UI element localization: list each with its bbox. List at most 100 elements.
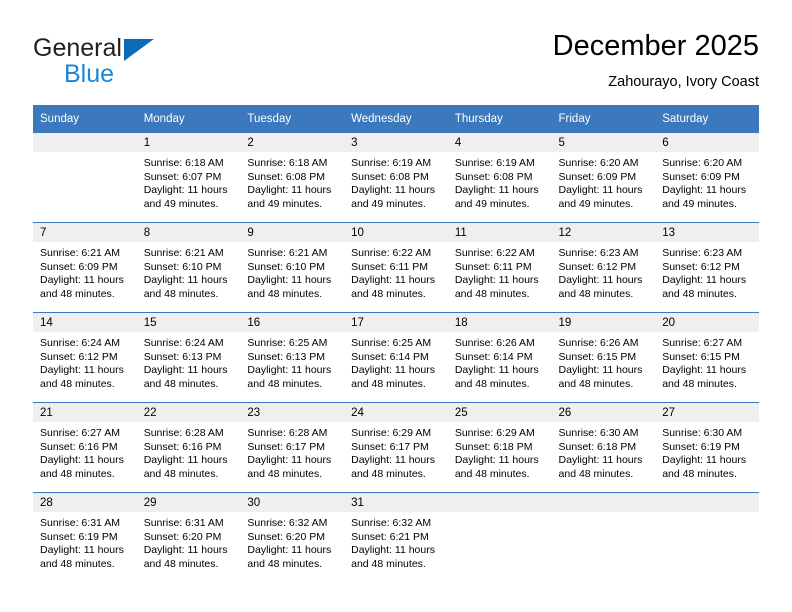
day-cell[interactable]: 6 Sunrise: 6:20 AM Sunset: 6:09 PM Daylight… [655,133,759,223]
day-cell[interactable]: 24 Sunrise: 6:29 AM Sunset: 6:17 PM Dayligh… [344,402,448,493]
day-number: 31 [344,493,448,512]
day-details: Sunrise: 6:30 AM Sunset: 6:18 PM Daylight:… [551,422,656,482]
day-cell[interactable]: 22 Sunrise: 6:28 AM Sunset: 6:16 PM Dayligh… [136,402,241,493]
day-cell[interactable]: 9 Sunrise: 6:21 AM Sunset: 6:10 PM Daylight… [240,222,345,313]
day-cell[interactable]: 28 Sunrise: 6:31 AM Sunset: 6:19 PM Dayligh… [33,492,137,582]
daylight-text-line1: Daylight: 11 hours [558,184,643,197]
day-cell[interactable]: 16 Sunrise: 6:25 AM Sunset: 6:13 PM Dayligh… [240,312,345,403]
day-cell[interactable]: 13 Sunrise: 6:23 AM Sunset: 6:12 PM Dayligh… [655,222,759,313]
day-cell[interactable]: 20 Sunrise: 6:27 AM Sunset: 6:15 PM Dayligh… [655,312,759,403]
daylight-text-line2: and 48 minutes. [351,287,426,300]
daylight-text-line1: Daylight: 11 hours [247,544,332,557]
daylight-text-line2: and 49 minutes. [454,197,530,210]
logo-primary-text: General [33,34,122,62]
general-blue-logo[interactable]: General Blue [33,34,213,90]
day-cell[interactable] [447,492,552,582]
day-cell[interactable]: 23 Sunrise: 6:28 AM Sunset: 6:17 PM Dayligh… [240,402,345,493]
daylight-text-line1: Daylight: 11 hours [351,274,435,287]
daylight-text-line1: Daylight: 11 hours [351,454,435,467]
sunset-text: Sunset: 6:14 PM [351,350,429,363]
day-number: 10 [344,223,448,242]
day-cell[interactable]: 19 Sunrise: 6:26 AM Sunset: 6:15 PM Dayligh… [551,312,656,403]
sunrise-text: Sunrise: 6:24 AM [40,337,120,349]
weekday-header-sunday: Sunday [33,105,137,133]
daylight-text-line2: and 48 minutes. [558,287,634,300]
day-cell[interactable]: 25 Sunrise: 6:29 AM Sunset: 6:18 PM Dayligh… [447,402,552,493]
day-details [655,512,759,517]
day-cell[interactable]: 10 Sunrise: 6:22 AM Sunset: 6:11 PM Dayligh… [344,222,448,313]
day-details: Sunrise: 6:29 AM Sunset: 6:18 PM Daylight:… [447,422,552,482]
day-cell[interactable]: 5 Sunrise: 6:20 AM Sunset: 6:09 PM Daylight… [551,133,656,223]
sunrise-text: Sunrise: 6:22 AM [351,247,432,259]
day-cell[interactable]: 2 Sunrise: 6:18 AM Sunset: 6:08 PM Daylight… [240,133,345,223]
sunrise-text: Sunrise: 6:20 AM [662,157,743,169]
sunset-text: Sunset: 6:09 PM [558,170,637,183]
day-cell[interactable] [33,133,137,223]
day-details: Sunrise: 6:27 AM Sunset: 6:16 PM Daylight:… [33,422,137,482]
day-details: Sunrise: 6:28 AM Sunset: 6:16 PM Daylight:… [136,422,241,482]
day-cell[interactable]: 17 Sunrise: 6:25 AM Sunset: 6:14 PM Dayligh… [344,312,448,403]
day-number: 22 [136,403,241,422]
day-cell[interactable] [655,492,759,582]
day-number [655,493,759,512]
daylight-text-line1: Daylight: 11 hours [454,454,539,467]
sunset-text: Sunset: 6:16 PM [40,440,118,453]
sunset-text: Sunset: 6:08 PM [247,170,326,183]
daylight-text-line1: Daylight: 11 hours [40,274,124,287]
day-number: 2 [240,133,345,152]
day-cell[interactable]: 15 Sunrise: 6:24 AM Sunset: 6:13 PM Dayligh… [136,312,241,403]
sunset-text: Sunset: 6:11 PM [351,260,428,273]
daylight-text-line2: and 48 minutes. [558,377,634,390]
day-cell[interactable]: 12 Sunrise: 6:23 AM Sunset: 6:12 PM Dayligh… [551,222,656,313]
day-cell[interactable] [551,492,656,582]
daylight-text-line1: Daylight: 11 hours [247,454,332,467]
daylight-text-line1: Daylight: 11 hours [662,454,747,467]
day-cell[interactable]: 14 Sunrise: 6:24 AM Sunset: 6:12 PM Dayligh… [33,312,137,403]
sunrise-text: Sunrise: 6:27 AM [662,337,743,349]
day-number: 1 [136,133,241,152]
day-number: 3 [344,133,448,152]
day-cell[interactable]: 7 Sunrise: 6:21 AM Sunset: 6:09 PM Daylight… [33,222,137,313]
day-details [551,512,656,517]
sunrise-text: Sunrise: 6:30 AM [558,427,639,439]
day-cell[interactable]: 21 Sunrise: 6:27 AM Sunset: 6:16 PM Dayligh… [33,402,137,493]
day-number: 29 [136,493,241,512]
day-cell[interactable]: 31 Sunrise: 6:32 AM Sunset: 6:21 PM Dayligh… [344,492,448,582]
day-cell[interactable]: 26 Sunrise: 6:30 AM Sunset: 6:18 PM Dayligh… [551,402,656,493]
sunset-text: Sunset: 6:17 PM [247,440,326,453]
day-number: 13 [655,223,759,242]
sunset-text: Sunset: 6:11 PM [454,260,532,273]
sunset-text: Sunset: 6:10 PM [143,260,222,273]
daylight-text-line1: Daylight: 11 hours [662,364,747,377]
calendar-page: General Blue December 2025 Zahourayo, Iv… [0,0,792,612]
day-cell[interactable]: 18 Sunrise: 6:26 AM Sunset: 6:14 PM Dayligh… [447,312,552,403]
day-cell[interactable]: 30 Sunrise: 6:32 AM Sunset: 6:20 PM Dayligh… [240,492,345,582]
day-details: Sunrise: 6:31 AM Sunset: 6:20 PM Daylight:… [136,512,241,572]
daylight-text-line2: and 49 minutes. [143,197,219,210]
daylight-text-line2: and 49 minutes. [662,197,737,210]
day-cell[interactable]: 4 Sunrise: 6:19 AM Sunset: 6:08 PM Daylight… [447,133,552,223]
daylight-text-line2: and 48 minutes. [247,377,323,390]
sunset-text: Sunset: 6:19 PM [40,530,118,543]
daylight-text-line2: and 48 minutes. [40,467,115,480]
day-cell[interactable]: 1 Sunrise: 6:18 AM Sunset: 6:07 PM Daylight… [136,133,241,223]
day-details: Sunrise: 6:32 AM Sunset: 6:21 PM Daylight:… [344,512,448,572]
weekday-header-thursday: Thursday [447,105,552,133]
daylight-text-line1: Daylight: 11 hours [143,544,228,557]
daylight-text-line1: Daylight: 11 hours [351,544,435,557]
day-cell[interactable]: 11 Sunrise: 6:22 AM Sunset: 6:11 PM Dayligh… [447,222,552,313]
day-details: Sunrise: 6:31 AM Sunset: 6:19 PM Daylight:… [33,512,137,572]
day-cell[interactable]: 27 Sunrise: 6:30 AM Sunset: 6:19 PM Dayligh… [655,402,759,493]
day-number: 24 [344,403,448,422]
day-cell[interactable]: 29 Sunrise: 6:31 AM Sunset: 6:20 PM Dayligh… [136,492,241,582]
page-title: December 2025 [552,30,759,62]
day-details: Sunrise: 6:22 AM Sunset: 6:11 PM Daylight:… [344,242,448,302]
sunset-text: Sunset: 6:17 PM [351,440,429,453]
sunset-text: Sunset: 6:08 PM [454,170,533,183]
day-details: Sunrise: 6:19 AM Sunset: 6:08 PM Daylight:… [344,152,448,212]
page-header: General Blue December 2025 Zahourayo, Iv… [33,28,759,96]
day-cell[interactable]: 8 Sunrise: 6:21 AM Sunset: 6:10 PM Daylight… [136,222,241,313]
day-cell[interactable]: 3 Sunrise: 6:19 AM Sunset: 6:08 PM Daylight… [344,133,448,223]
day-details: Sunrise: 6:22 AM Sunset: 6:11 PM Daylight:… [447,242,552,302]
daylight-text-line2: and 48 minutes. [662,377,737,390]
